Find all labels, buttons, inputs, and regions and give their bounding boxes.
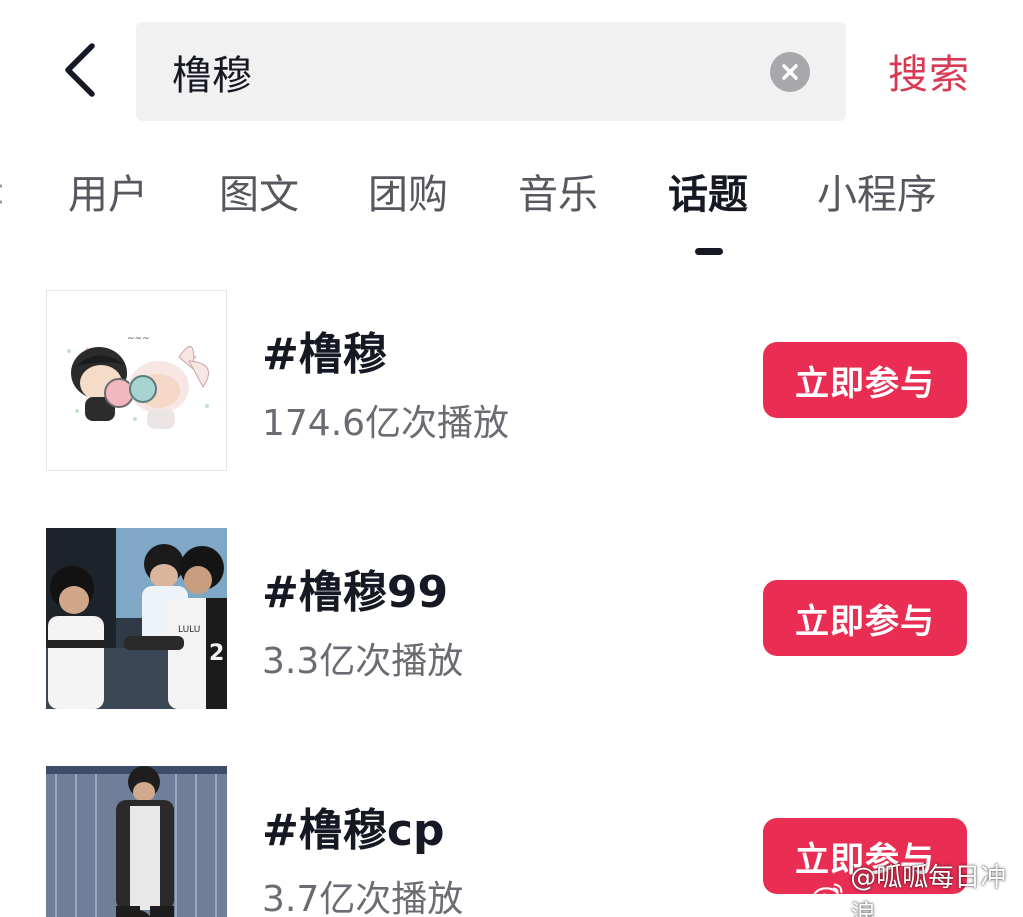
tab-users[interactable]: 用户 (68, 162, 148, 220)
tab-music[interactable]: 音乐 (518, 162, 598, 220)
tab-edge-fragment (0, 172, 4, 220)
topic-thumbnail: 2 LULU (46, 528, 227, 709)
topic-thumbnail (46, 766, 227, 917)
tab-image-text[interactable]: 图文 (219, 162, 299, 220)
topic-title: #橹穆 (262, 329, 387, 380)
chevron-left-icon (65, 43, 95, 97)
search-category-tabs: 用户 图文 团购 音乐 话题 小程序 (0, 162, 1023, 262)
svg-text:2: 2 (209, 641, 224, 666)
watermark-text: @呱呱每日冲浪 (850, 863, 1007, 917)
topic-result-row[interactable]: 2 LULU #橹穆99 3.3亿次播放 立即参与 (0, 528, 1023, 718)
join-topic-button[interactable]: 立即参与 (763, 580, 967, 656)
search-button[interactable]: 搜索 (888, 42, 970, 100)
topic-title: #橹穆99 (262, 567, 449, 618)
svg-text:LULU: LULU (178, 625, 200, 635)
clear-search-button[interactable] (770, 52, 810, 92)
topic-title: #橹穆cp (262, 805, 445, 856)
photo-image: 2 LULU (46, 528, 227, 709)
search-bar (136, 22, 846, 121)
chibi-illustration-image: ~~~ (47, 291, 226, 470)
topic-result-row[interactable]: ~~~ #橹穆 174.6亿次播放 立即参与 (0, 290, 1023, 480)
active-tab-indicator (695, 248, 723, 255)
back-button[interactable] (40, 30, 120, 110)
join-topic-button[interactable]: 立即参与 (763, 342, 967, 418)
photo-image (46, 766, 227, 917)
topic-thumbnail: ~~~ (46, 290, 227, 471)
tab-group-buy[interactable]: 团购 (368, 162, 448, 220)
clear-x-icon (782, 64, 798, 80)
topic-play-count: 174.6亿次播放 (262, 403, 510, 444)
svg-text:~~~: ~~~ (127, 334, 150, 344)
topic-play-count: 3.7亿次播放 (262, 879, 464, 917)
tab-topics[interactable]: 话题 (668, 162, 748, 220)
search-results-screen: 搜索 用户 图文 团购 音乐 话题 小程序 (0, 0, 1023, 917)
tab-mini-programs[interactable]: 小程序 (817, 162, 937, 220)
watermark: @呱呱每日冲浪 (812, 863, 1023, 917)
search-input[interactable] (172, 44, 732, 100)
weibo-logo-icon (812, 883, 843, 907)
topic-play-count: 3.3亿次播放 (262, 641, 464, 682)
